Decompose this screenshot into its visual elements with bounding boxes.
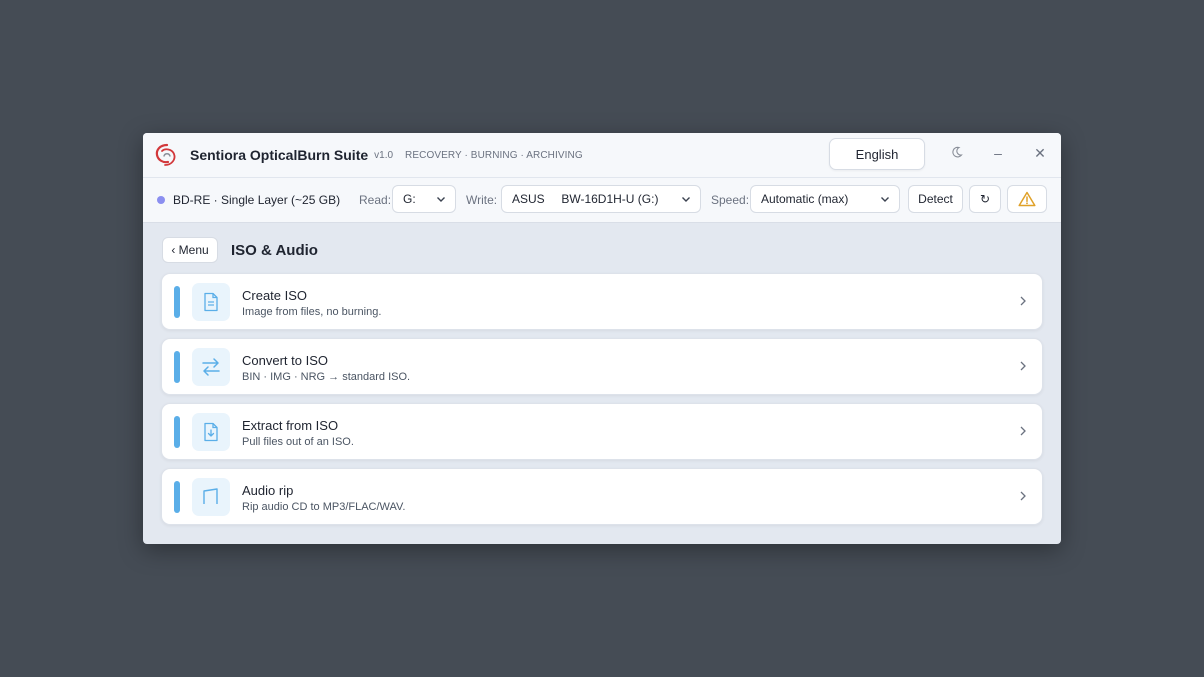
warning-icon: [1018, 191, 1036, 207]
refresh-icon: ↻: [979, 192, 991, 206]
card-title: Convert to ISO: [242, 353, 328, 368]
card-title: Audio rip: [242, 483, 294, 498]
chevron-down-icon: [437, 197, 445, 202]
card-description: Image from files, no burning.: [242, 306, 382, 318]
minimize-button[interactable]: –: [989, 145, 1007, 161]
read-drive-value: G:: [403, 192, 416, 206]
app-tagline: RECOVERY · BURNING · ARCHIVING: [405, 149, 583, 161]
back-to-menu-button[interactable]: ‹ Menu: [162, 237, 218, 263]
warning-button[interactable]: [1007, 185, 1047, 213]
card-accent-bar: [174, 351, 180, 383]
title-bar: Sentiora OpticalBurn Suite v1.0 RECOVERY…: [143, 133, 1061, 178]
detect-button[interactable]: Detect: [908, 185, 963, 213]
disc-type-label: BD-RE · Single Layer (~25 GB): [173, 193, 341, 207]
create-iso-card[interactable]: Create ISO Image from files, no burning.: [161, 273, 1043, 330]
chevron-down-icon: [682, 197, 690, 202]
write-label: Write:: [466, 193, 498, 207]
app-logo-icon: [155, 143, 176, 166]
card-description: Rip audio CD to MP3/FLAC/WAV.: [242, 501, 406, 513]
page-title: ISO & Audio: [231, 242, 318, 259]
card-accent-bar: [174, 416, 180, 448]
drive-toolbar: BD-RE · Single Layer (~25 GB) Read: G: W…: [143, 178, 1061, 223]
card-accent-bar: [174, 286, 180, 318]
close-button[interactable]: ✕: [1031, 145, 1049, 162]
swap-arrows-icon: [202, 358, 220, 376]
chevron-down-icon: [881, 197, 889, 202]
card-accent-bar: [174, 481, 180, 513]
write-drive-value: ASUS BW-16D1H-U (G:): [512, 192, 659, 206]
disc-status-dot: [157, 196, 165, 204]
chevron-right-icon: [1020, 296, 1026, 306]
language-button[interactable]: English: [829, 138, 925, 170]
app-name: Sentiora OpticalBurn Suite: [190, 147, 369, 163]
card-title: Create ISO: [242, 288, 308, 303]
speed-select[interactable]: Automatic (max): [750, 185, 900, 213]
app-version: v1.0: [374, 149, 394, 161]
moon-icon[interactable]: [948, 145, 966, 161]
audio-icon: [203, 488, 218, 504]
chevron-right-icon: [1020, 361, 1026, 371]
file-download-icon: [204, 422, 218, 442]
speed-label: Speed:: [711, 193, 750, 207]
read-drive-select[interactable]: G:: [392, 185, 456, 213]
write-drive-select[interactable]: ASUS BW-16D1H-U (G:): [501, 185, 701, 213]
card-title: Extract from ISO: [242, 418, 339, 433]
chevron-right-icon: [1020, 491, 1026, 501]
app-window: Sentiora OpticalBurn Suite v1.0 RECOVERY…: [143, 133, 1061, 544]
chevron-right-icon: [1020, 426, 1026, 436]
card-description: BIN · IMG · NRG → standard ISO.: [242, 371, 411, 383]
card-description: Pull files out of an ISO.: [242, 436, 354, 448]
extract-from-iso-card[interactable]: Extract from ISO Pull files out of an IS…: [161, 403, 1043, 460]
audio-rip-card[interactable]: Audio rip Rip audio CD to MP3/FLAC/WAV.: [161, 468, 1043, 525]
speed-value: Automatic (max): [761, 192, 849, 206]
refresh-button[interactable]: ↻: [969, 185, 1001, 213]
document-icon: [204, 292, 218, 312]
convert-to-iso-card[interactable]: Convert to ISO BIN · IMG · NRG → standar…: [161, 338, 1043, 395]
read-label: Read:: [359, 193, 392, 207]
